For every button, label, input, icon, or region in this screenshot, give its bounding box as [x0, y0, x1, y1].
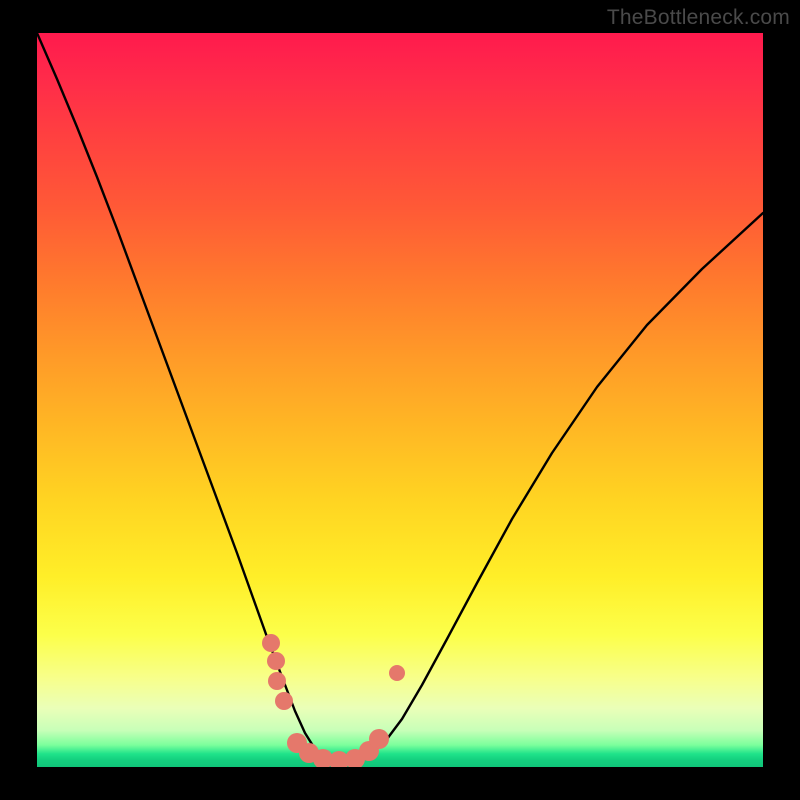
- curve-marker: [268, 672, 286, 690]
- watermark-text: TheBottleneck.com: [607, 6, 790, 30]
- curve-marker: [262, 634, 280, 652]
- bottleneck-curve: [37, 33, 763, 767]
- curve-marker: [275, 692, 293, 710]
- chart-frame: TheBottleneck.com: [0, 0, 800, 800]
- plot-area: [37, 33, 763, 767]
- curve-marker: [389, 665, 405, 681]
- curve-marker: [369, 729, 389, 749]
- curve-marker: [267, 652, 285, 670]
